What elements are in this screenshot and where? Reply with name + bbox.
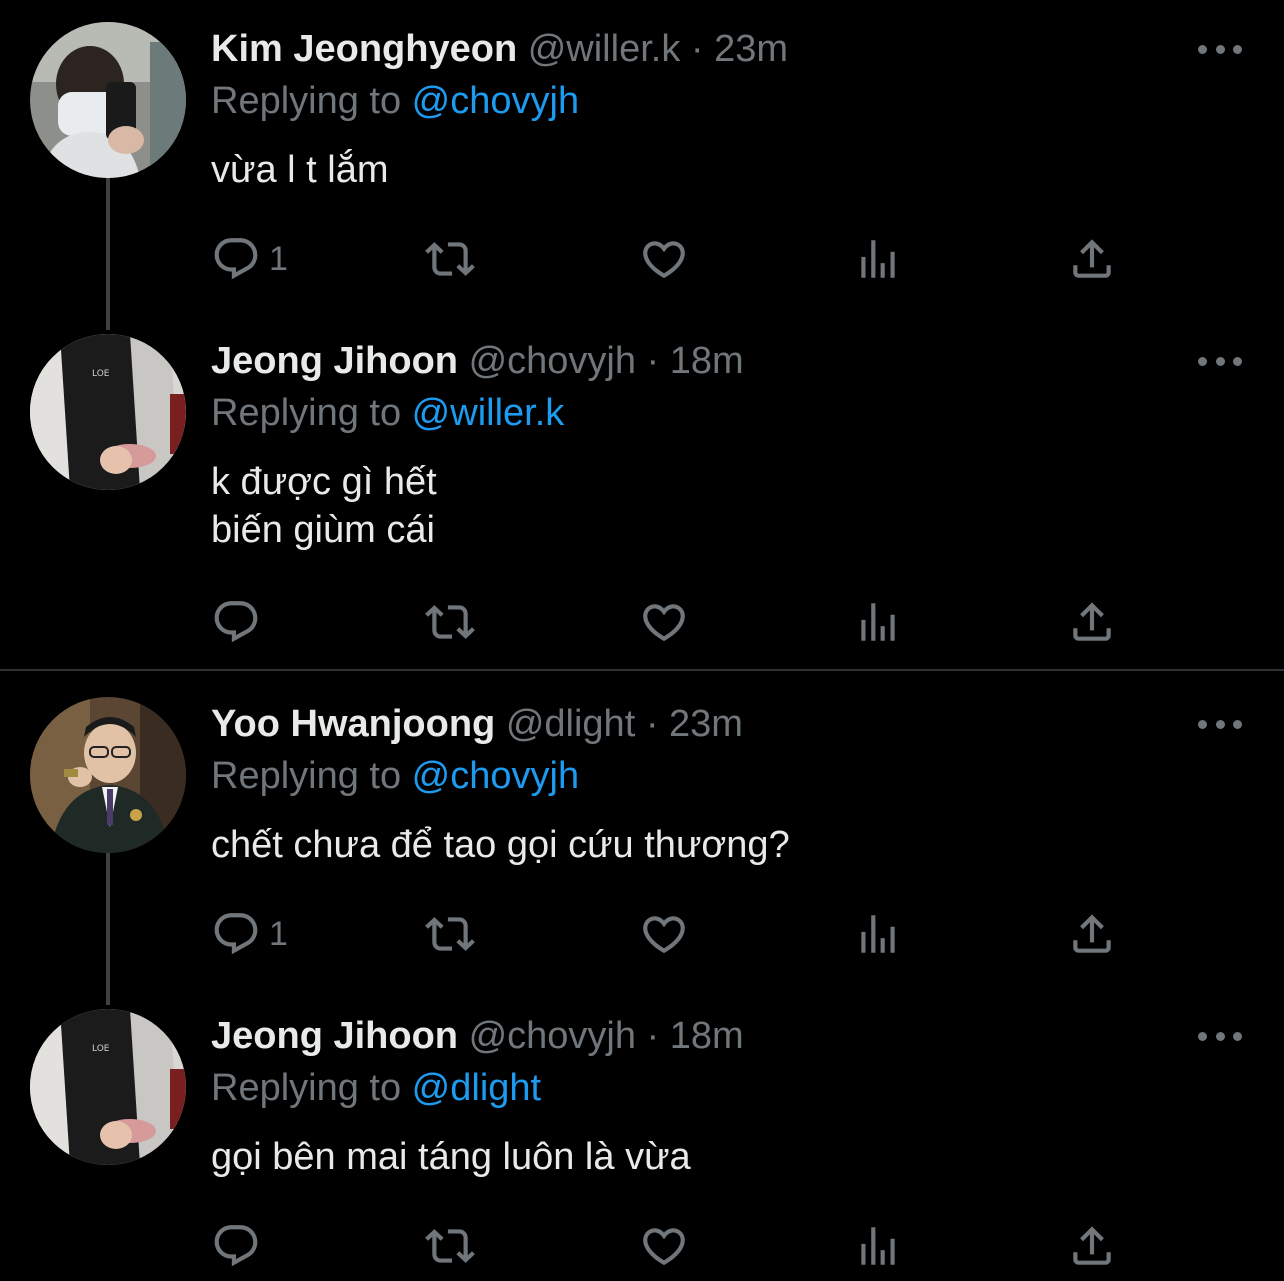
separator-dot: ·	[646, 1015, 660, 1057]
author-name[interactable]: Jeong Jihoon	[211, 340, 458, 382]
more-options-icon[interactable]	[1198, 351, 1242, 371]
replying-to-label: Replying to	[211, 392, 412, 434]
mention-link[interactable]: @willer.k	[412, 392, 565, 434]
reply-button[interactable]: 1	[211, 909, 288, 959]
share-icon	[1073, 1226, 1111, 1265]
share-button[interactable]	[1067, 909, 1117, 959]
analytics-icon	[861, 915, 895, 953]
share-button[interactable]	[1067, 234, 1117, 284]
views-button[interactable]	[853, 597, 903, 647]
like-button[interactable]	[639, 597, 689, 647]
replying-to-line: Replying to @dlight	[211, 1066, 541, 1110]
author-handle[interactable]: @willer.k	[528, 28, 681, 70]
analytics-icon	[861, 240, 895, 278]
reply-button[interactable]	[211, 1221, 269, 1271]
separator-dot: ·	[690, 28, 704, 70]
reply-icon	[214, 913, 258, 955]
thread-connector	[106, 178, 110, 330]
action-bar: 1	[211, 909, 1131, 959]
avatar[interactable]	[30, 22, 186, 178]
reply-icon	[214, 1225, 258, 1267]
heart-icon	[643, 916, 685, 954]
analytics-icon	[861, 603, 895, 641]
heart-icon	[643, 604, 685, 642]
like-button[interactable]	[639, 234, 689, 284]
tweet-text: vừa l t lắm	[211, 149, 389, 191]
retweet-button[interactable]	[425, 597, 475, 647]
analytics-icon	[861, 1227, 895, 1265]
reply-count: 1	[269, 914, 288, 953]
retweet-icon	[425, 242, 475, 276]
more-options-icon[interactable]	[1198, 1026, 1242, 1046]
timestamp[interactable]: 18m	[670, 340, 744, 382]
action-bar	[211, 597, 1131, 647]
author-handle[interactable]: @dlight	[506, 703, 635, 745]
avatar[interactable]	[30, 697, 186, 853]
views-button[interactable]	[853, 234, 903, 284]
author-handle[interactable]: @chovyjh	[469, 340, 636, 382]
action-bar: 1	[211, 234, 1131, 284]
jacket-person-icon: LOE	[30, 334, 186, 490]
retweet-icon	[425, 605, 475, 639]
svg-text:LOE: LOE	[92, 369, 110, 379]
more-options-icon[interactable]	[1198, 39, 1242, 59]
reply-button[interactable]	[211, 597, 269, 647]
action-bar	[211, 1221, 1131, 1271]
tweet-text: k được gì hết biến giùm cái	[211, 461, 437, 551]
share-icon	[1073, 239, 1111, 278]
replying-to-line: Replying to @chovyjh	[211, 754, 579, 798]
replying-to-line: Replying to @willer.k	[211, 391, 564, 435]
author-name[interactable]: Yoo Hwanjoong	[211, 703, 495, 745]
share-button[interactable]	[1067, 1221, 1117, 1271]
retweet-button[interactable]	[425, 1221, 475, 1271]
separator-dot: ·	[646, 340, 660, 382]
avatar[interactable]: LOE	[30, 334, 186, 490]
suit-person-icon	[30, 697, 186, 853]
author-name[interactable]: Jeong Jihoon	[211, 1015, 458, 1057]
like-button[interactable]	[639, 1221, 689, 1271]
retweet-button[interactable]	[425, 909, 475, 959]
separator-dot: ·	[645, 703, 659, 745]
replying-to-label: Replying to	[211, 755, 412, 797]
views-button[interactable]	[853, 909, 903, 959]
views-button[interactable]	[853, 1221, 903, 1271]
like-button[interactable]	[639, 909, 689, 959]
tweet-text: chết chưa để tao gọi cứu thương?	[211, 824, 790, 866]
reply-icon	[214, 238, 258, 280]
heart-icon	[643, 241, 685, 279]
author-handle[interactable]: @chovyjh	[469, 1015, 636, 1057]
thread-connector	[106, 853, 110, 1005]
retweet-icon	[425, 1229, 475, 1263]
share-icon	[1073, 602, 1111, 641]
timestamp[interactable]: 23m	[714, 28, 788, 70]
svg-text:LOE: LOE	[92, 1044, 110, 1054]
reply-count: 1	[269, 239, 288, 278]
share-icon	[1073, 914, 1111, 953]
replying-to-label: Replying to	[211, 1067, 412, 1109]
tweet-text: gọi bên mai táng luôn là vừa	[211, 1136, 691, 1178]
avatar[interactable]: LOE	[30, 1009, 186, 1165]
reply-icon	[214, 601, 258, 643]
replying-to-line: Replying to @chovyjh	[211, 79, 579, 123]
more-options-icon[interactable]	[1198, 714, 1242, 734]
jacket-person-icon: LOE	[30, 1009, 186, 1165]
selfie-mask-icon	[30, 22, 186, 178]
share-button[interactable]	[1067, 597, 1117, 647]
heart-icon	[643, 1228, 685, 1266]
replying-to-label: Replying to	[211, 80, 412, 122]
retweet-button[interactable]	[425, 234, 475, 284]
mention-link[interactable]: @chovyjh	[412, 755, 579, 797]
mention-link[interactable]: @dlight	[412, 1067, 541, 1109]
conversation-divider	[0, 669, 1284, 671]
retweet-icon	[425, 917, 475, 951]
timestamp[interactable]: 23m	[669, 703, 743, 745]
timestamp[interactable]: 18m	[670, 1015, 744, 1057]
reply-button[interactable]: 1	[211, 234, 288, 284]
mention-link[interactable]: @chovyjh	[412, 80, 579, 122]
author-name[interactable]: Kim Jeonghyeon	[211, 28, 517, 70]
